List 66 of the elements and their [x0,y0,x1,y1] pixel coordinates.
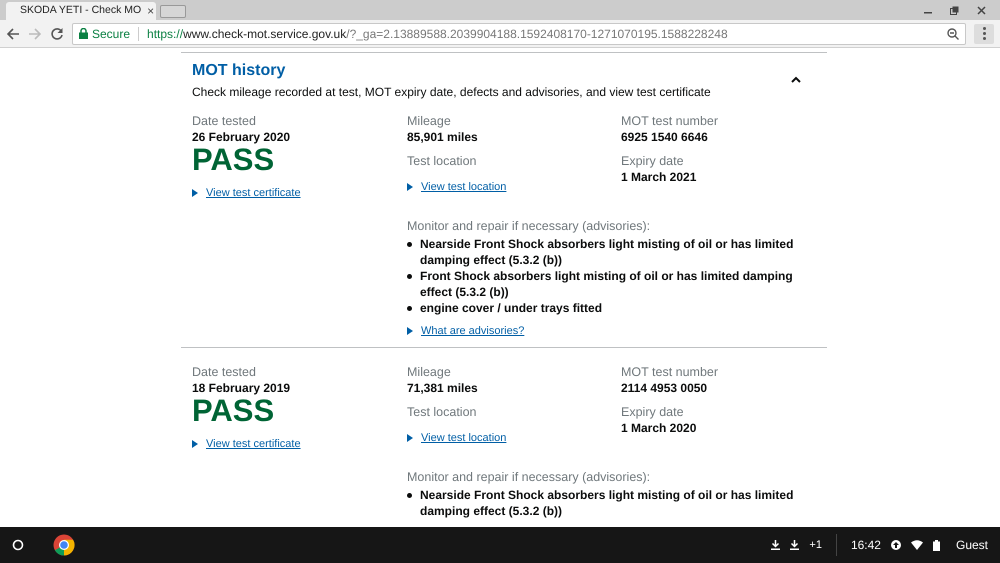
battery-icon[interactable] [932,540,940,550]
date-value: 18 February 2019 [192,380,292,396]
mileage-value: 71,381 miles [407,380,479,396]
link[interactable]: View test certificate [206,185,301,202]
address-bar[interactable]: Secure https://www.check-mot.service.gov.uk/?_ga=2.13889588.2039904188.1592408170-1271070195.1588228248 [72,22,966,44]
field-label: Expiry date [621,404,685,420]
test-result: PASS [192,145,276,175]
test-number-value: 2114 4953 0050 [621,380,708,396]
browser-tab[interactable]: SKODA YETI - Check MO × [6,2,156,20]
expiry-value: 1 March 2021 [621,169,698,185]
section-subtitle: Check mileage recorded at test, MOT expiry date, defects and advisories, and view test certificate [192,84,712,101]
link[interactable]: View test location [421,179,506,196]
bullet-icon [407,274,412,278]
field-label: Expiry date [621,153,685,169]
field-label: MOT test number [621,113,720,129]
menu-button[interactable] [974,24,994,44]
download-icon[interactable] [771,540,780,550]
triangle-icon [407,434,413,442]
triangle-icon [192,189,198,198]
triangle-icon [407,183,413,192]
field-label: Date tested [192,113,257,129]
expiry-value: 1 March 2020 [621,420,698,436]
link[interactable]: View test location [421,430,506,446]
bullet-icon [407,242,412,246]
advisory-text: engine cover / under trays fitted [420,300,602,316]
triangle-icon [407,326,413,335]
date-value: 26 February 2020 [192,129,292,145]
field-label: Test location [407,404,478,420]
link[interactable]: View test certificate [206,436,301,452]
browser-app-icon[interactable] [53,534,75,556]
bullet-icon [407,492,412,498]
zoom-icon[interactable] [947,28,959,40]
tab-title: SKODA YETI - Check MO [20,3,142,18]
advisory-text: Nearside Front Shock absorbers light misting of oil or has limited damping effect (5.3.2 (b)) [420,486,794,518]
url-text: https://www.check-mot.service.gov.uk/?_ga=2.13889588.2039904188.1592408170-1271070195.1588228248 [147,26,728,42]
close-tab-button[interactable]: × [147,5,154,17]
link[interactable]: What are advisories? [421,322,524,339]
field-label: Test location [407,153,478,169]
collapse-chevron-icon[interactable] [791,76,801,83]
advisory-text: Front Shock absorbers light misting of oil or has limited damping effect (5.3.2 (b)) [420,268,794,300]
triangle-icon [192,440,198,448]
clock[interactable]: 16:42 [850,536,881,554]
bullet-icon [407,306,412,310]
lock-icon [79,28,88,39]
test-number-value: 6925 1540 6646 [621,129,709,145]
advisories-label: Monitor and repair if necessary (advisories): [407,218,652,234]
test-result: PASS [192,396,276,426]
download-icon[interactable] [790,540,800,550]
secure-label: Secure [92,26,130,42]
advisory-text: Nearside Front Shock absorbers light misting of oil or has limited damping effect (5.3.2 (b)) [420,236,794,268]
mileage-value: 85,901 miles [407,129,479,145]
field-label: Mileage [407,364,452,380]
section-title[interactable]: MOT history [192,60,816,82]
reload-icon[interactable] [50,26,64,40]
user-name[interactable]: Guest [956,536,988,554]
advisories-label: Monitor and repair if necessary (advisories): [407,468,652,484]
launcher-icon[interactable] [12,539,24,551]
field-label: Mileage [407,113,452,129]
restore-icon[interactable] [950,6,959,14]
wifi-icon[interactable] [910,540,923,550]
downloads-count[interactable]: +1 [809,536,822,554]
field-label: MOT test number [621,364,720,380]
back-icon[interactable] [6,26,20,40]
field-label: Date tested [192,364,257,380]
update-icon[interactable] [890,540,901,550]
close-icon[interactable] [977,6,986,14]
